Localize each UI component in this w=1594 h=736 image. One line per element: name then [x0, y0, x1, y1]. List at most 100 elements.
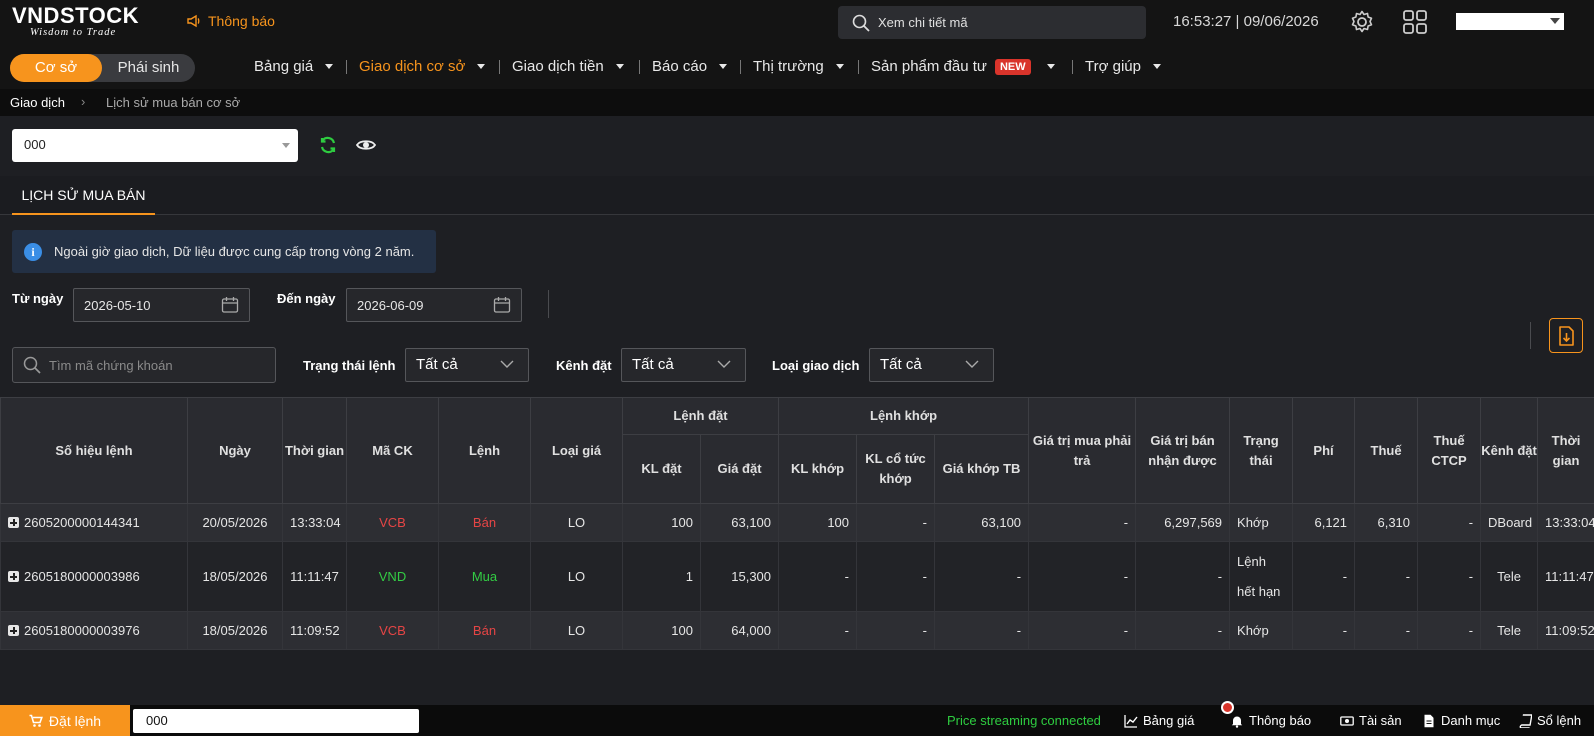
caret-down-icon [615, 64, 624, 69]
gear-icon[interactable] [1349, 9, 1375, 35]
dividend-qty-cell: - [856, 611, 936, 650]
bottom-item-label: Tài sản [1359, 713, 1402, 728]
chevron-down-icon [1550, 18, 1560, 24]
info-banner: i Ngoài giờ giao dịch, Dữ liệu được cung… [12, 230, 436, 273]
buy-value-cell: - [1028, 611, 1137, 650]
from-date-label: Từ ngày [12, 291, 64, 306]
account-select[interactable]: 000 [12, 129, 298, 162]
header-date: Ngày [187, 397, 283, 504]
logo-slogan: Wisdom to Trade [30, 27, 117, 38]
from-date-input[interactable]: 2026-05-10 [73, 288, 250, 322]
expand-plus-icon[interactable] [8, 517, 19, 528]
bottom-item-tai-san[interactable]: Tài sản [1340, 713, 1402, 728]
info-text: Ngoài giờ giao dịch, Dữ liệu được cung c… [54, 244, 415, 259]
stream-status: Price streaming connected [947, 713, 1101, 728]
order-id-cell[interactable]: 2605200000144341 [0, 503, 188, 542]
new-badge: NEW [994, 58, 1031, 75]
menu-giao-dich-tien[interactable]: Giao dịch tiền [512, 44, 624, 89]
notification-label: Thông báo [208, 13, 275, 29]
table-row[interactable]: 2605180000003986 18/05/2026 11:11:47 VND… [0, 541, 1594, 612]
menu-label: Giao dịch tiền [512, 58, 604, 75]
symbol-cell: VND [346, 541, 439, 612]
bottom-item-label: Danh mục [1441, 713, 1501, 728]
apps-grid-icon[interactable] [1402, 9, 1428, 35]
placed-price-cell: 63,100 [699, 503, 780, 542]
refresh-icon[interactable] [318, 135, 338, 155]
market-segment-toggle: Cơ sở Phái sinh [10, 54, 195, 82]
segment-phai-sinh[interactable]: Phái sinh [102, 54, 195, 82]
cart-icon [29, 714, 43, 727]
order-status-value: Tất cả [416, 356, 458, 373]
stock-search-input[interactable]: Tìm mã chứng khoán [12, 347, 276, 383]
channel-select[interactable]: Tất cả [621, 348, 746, 382]
status-cell: Lệnh hết hạn [1229, 541, 1294, 612]
top-bar: VNDSTOCK Wisdom to Trade Thông báo Xem c… [0, 0, 1594, 44]
menu-divider [499, 60, 500, 74]
header-status: Trạng thái [1229, 397, 1294, 504]
clock: 16:53:27 | 09/06/2026 [1173, 13, 1319, 30]
quick-order-input[interactable]: 000 [133, 709, 419, 733]
notification-link[interactable]: Thông báo [186, 13, 275, 29]
place-order-button[interactable]: Đặt lệnh [0, 705, 130, 736]
order-status-select[interactable]: Tất cả [405, 348, 529, 382]
placed-qty-cell: 100 [622, 611, 701, 650]
symbol-cell: VCB [346, 611, 439, 650]
expand-plus-icon[interactable] [8, 571, 19, 582]
symbol-search-input[interactable]: Xem chi tiết mã [838, 6, 1146, 39]
table-row[interactable]: 2605180000003976 18/05/2026 11:09:52 VCB… [0, 611, 1594, 650]
breadcrumb-item-giao-dich[interactable]: Giao dịch [10, 95, 65, 110]
menu-san-pham-dau-tu[interactable]: Sản phẩm đầu tư NEW [871, 44, 1055, 89]
tax-cell: - [1354, 541, 1419, 612]
to-date-input[interactable]: 2026-06-09 [346, 288, 522, 322]
placed-qty-cell: 1 [622, 541, 701, 612]
menu-giao-dich-co-so[interactable]: Giao dịch cơ sở [359, 44, 486, 89]
vndstock-logo[interactable]: VNDSTOCK Wisdom to Trade [12, 5, 162, 41]
menu-bang-gia[interactable]: Bảng giá [254, 44, 334, 89]
search-icon [23, 356, 41, 374]
date-cell: 20/05/2026 [187, 503, 283, 542]
header-placed-group: Lệnh đặt [621, 397, 780, 435]
transaction-type-select[interactable]: Tất cả [869, 348, 994, 382]
user-menu[interactable] [1456, 13, 1564, 30]
main-nav: Cơ sở Phái sinh Bảng giá Giao dịch cơ sở… [0, 44, 1594, 89]
price-type-cell: LO [530, 541, 623, 612]
header-sell-value: Giá trị bán nhận được [1135, 397, 1231, 504]
menu-thi-truong[interactable]: Thị trường [753, 44, 844, 89]
channel-value: Tất cả [632, 356, 674, 373]
bottom-item-danh-muc[interactable]: Danh mục [1422, 713, 1500, 728]
order-id-cell[interactable]: 2605180000003976 [0, 611, 188, 650]
order-history-table: Số hiệu lệnh Ngày Thời gian Mã CK Lệnh L… [0, 397, 1594, 650]
channel-cell: Tele [1480, 611, 1539, 650]
bottom-item-bang-gia[interactable]: Bảng giá [1124, 713, 1194, 728]
fee-cell: - [1292, 541, 1356, 612]
menu-divider [639, 60, 640, 74]
order-id-cell[interactable]: 2605180000003986 [0, 541, 188, 612]
order-time-cell: 11:11:47 [1537, 541, 1594, 612]
segment-co-so[interactable]: Cơ sở [10, 54, 102, 82]
export-button[interactable] [1549, 318, 1583, 353]
fee-cell: - [1292, 611, 1356, 650]
tab-lich-su-mua-ban[interactable]: LỊCH SỬ MUA BÁN [12, 176, 155, 215]
header-symbol: Mã CK [346, 397, 439, 504]
expand-plus-icon[interactable] [8, 625, 19, 636]
caret-down-icon [477, 64, 486, 69]
menu-tro-giup[interactable]: Trợ giúp [1085, 44, 1161, 89]
table-row[interactable]: 2605200000144341 20/05/2026 13:33:04 VCB… [0, 503, 1594, 542]
channel-label: Kênh đặt [556, 358, 612, 373]
menu-bao-cao[interactable]: Báo cáo [652, 44, 728, 89]
breadcrumb-item-current: Lịch sử mua bán cơ sở [106, 95, 241, 110]
chart-line-icon [1124, 714, 1138, 728]
calendar-icon [221, 297, 239, 313]
header-tax-ctcp: Thuế CTCP [1417, 397, 1482, 504]
caret-down-icon [1046, 64, 1055, 69]
date-cell: 18/05/2026 [187, 541, 283, 612]
eye-icon[interactable] [356, 136, 376, 154]
menu-label: Trợ giúp [1085, 58, 1141, 75]
header-fee: Phí [1292, 397, 1356, 504]
to-date-label: Đến ngày [277, 291, 336, 306]
bottom-item-so-lenh[interactable]: Sổ lệnh [1518, 713, 1581, 728]
placed-qty-cell: 100 [622, 503, 701, 542]
bottom-item-thong-bao[interactable]: Thông báo [1230, 713, 1311, 728]
header-channel: Kênh đặt [1480, 397, 1539, 504]
megaphone-icon [187, 14, 200, 28]
